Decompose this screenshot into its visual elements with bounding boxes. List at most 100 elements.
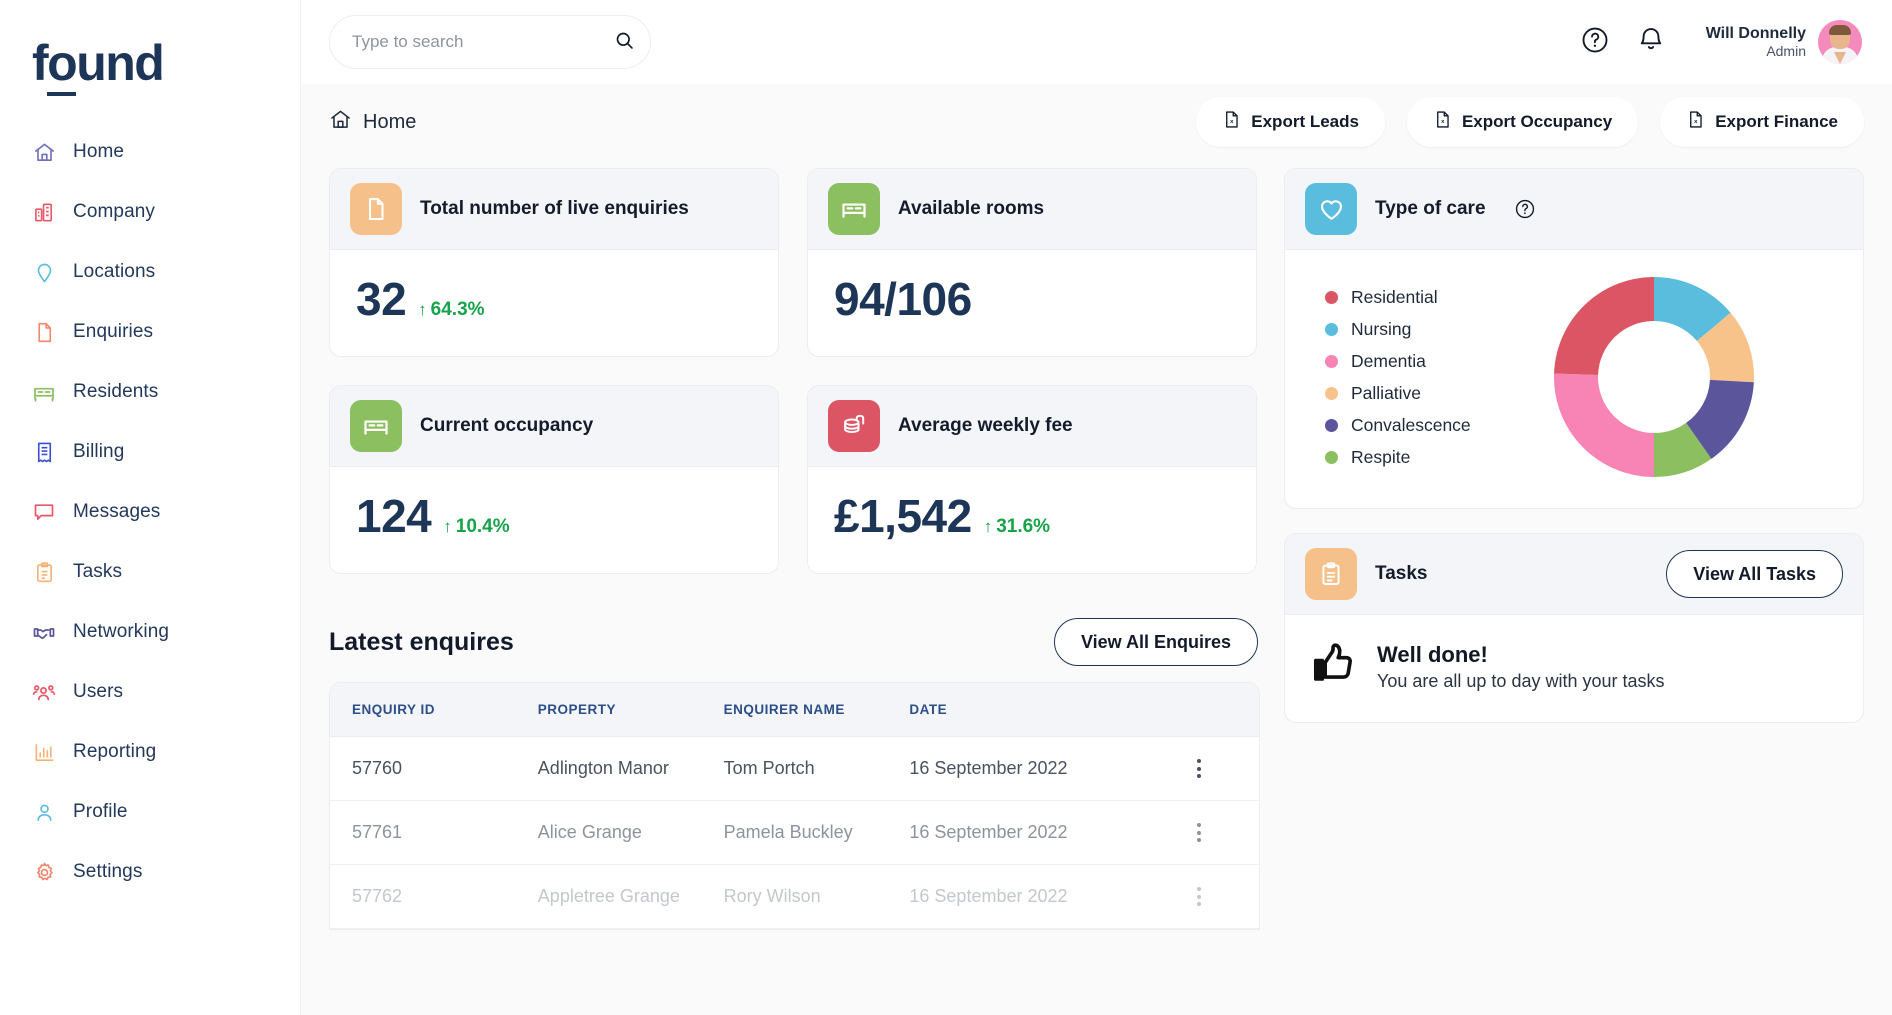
view-all-tasks-button[interactable]: View All Tasks	[1666, 550, 1843, 598]
home-icon	[329, 108, 352, 136]
card-body: Residential Nursing Dementia	[1285, 250, 1863, 508]
help-button[interactable]	[1580, 25, 1610, 60]
building-icon	[32, 200, 56, 224]
sidebar-item-networking[interactable]: Networking	[0, 602, 300, 662]
card-title: Available rooms	[898, 198, 1044, 220]
bell-icon	[1636, 25, 1666, 60]
table-header-row: ENQUIRY ID PROPERTY ENQUIRER NAME DATE	[330, 683, 1259, 737]
type-of-care-card: Type of care Residential	[1284, 168, 1864, 509]
card-header-left: Tasks	[1305, 548, 1427, 600]
sidebar-item-settings[interactable]: Settings	[0, 842, 300, 902]
user-menu[interactable]: Will Donnelly Admin	[1706, 20, 1862, 64]
coins-icon	[828, 400, 880, 452]
sidebar-item-profile[interactable]: Profile	[0, 782, 300, 842]
sidebar-item-residents[interactable]: Residents	[0, 362, 300, 422]
cell-date: 16 September 2022	[887, 801, 1138, 865]
legend-item[interactable]: Respite	[1325, 447, 1471, 468]
main-area: Will Donnelly Admin Home	[300, 0, 1892, 1015]
legend-label: Respite	[1351, 447, 1410, 468]
cell-actions	[1138, 737, 1259, 801]
legend-label: Palliative	[1351, 383, 1421, 404]
svg-text:x: x	[1441, 119, 1445, 125]
export-occupancy-button[interactable]: x Export Occupancy	[1407, 97, 1638, 147]
card-title: Current occupancy	[420, 415, 593, 437]
cell-property: Adlington Manor	[516, 737, 702, 801]
user-info: Will Donnelly Admin	[1706, 24, 1806, 61]
legend-swatch	[1325, 291, 1338, 304]
donut-segment-dementia[interactable]	[1554, 374, 1654, 477]
bar-chart-icon	[32, 740, 56, 764]
export-leads-button[interactable]: x Export Leads	[1196, 97, 1385, 147]
legend-label: Nursing	[1351, 319, 1411, 340]
card-title: Average weekly fee	[898, 415, 1073, 437]
question-circle-icon[interactable]	[1514, 198, 1536, 220]
legend-item[interactable]: Nursing	[1325, 319, 1471, 340]
column-header-date[interactable]: DATE	[887, 683, 1138, 737]
dashboard-content: Total number of live enquiries 32 ↑ 64.3…	[301, 160, 1892, 1015]
logo-text-und: und	[76, 35, 163, 91]
arrow-up-icon: ↑	[443, 517, 452, 537]
column-header-enquirer-name[interactable]: ENQUIRER NAME	[702, 683, 888, 737]
column-header-enquiry-id[interactable]: ENQUIRY ID	[330, 683, 516, 737]
table-row[interactable]: 57761 Alice Grange Pamela Buckley 16 Sep…	[330, 801, 1259, 865]
sidebar-item-home[interactable]: Home	[0, 122, 300, 182]
sidebar-item-enquiries[interactable]: Enquiries	[0, 302, 300, 362]
donut-segment-residential[interactable]	[1554, 277, 1654, 375]
document-icon	[32, 320, 56, 344]
sidebar-item-label: Users	[73, 681, 123, 703]
legend-item[interactable]: Residential	[1325, 287, 1471, 308]
sidebar-item-locations[interactable]: Locations	[0, 242, 300, 302]
type-of-care-donut-chart[interactable]	[1549, 272, 1759, 482]
top-bar: Will Donnelly Admin	[301, 0, 1892, 84]
breadcrumb[interactable]: Home	[329, 108, 416, 136]
export-buttons: x Export Leads x Export Occupancy x Expo…	[1196, 97, 1864, 147]
cell-enquirer-name: Pamela Buckley	[702, 801, 888, 865]
search-input[interactable]	[329, 15, 651, 69]
sidebar-item-billing[interactable]: Billing	[0, 422, 300, 482]
stat-cards: Total number of live enquiries 32 ↑ 64.3…	[329, 168, 1260, 574]
latest-enquiries-header: Latest enquires View All Enquires	[329, 618, 1260, 666]
sidebar-item-label: Residents	[73, 381, 158, 403]
legend-item[interactable]: Palliative	[1325, 383, 1471, 404]
users-icon	[32, 680, 56, 704]
stat-delta-value: 31.6%	[996, 516, 1050, 538]
table-row[interactable]: 57762 Appletree Grange Rory Wilson 16 Se…	[330, 865, 1259, 929]
card-header: Available rooms	[808, 169, 1256, 250]
kebab-menu-icon[interactable]	[1138, 887, 1259, 906]
kebab-menu-icon[interactable]	[1138, 759, 1259, 778]
sidebar-item-label: Messages	[73, 501, 160, 523]
tasks-message: Well done! You are all up to day with yo…	[1377, 642, 1665, 692]
excel-file-icon: x	[1222, 110, 1241, 134]
stat-row: 32 ↑ 64.3%	[356, 272, 752, 326]
kebab-menu-icon[interactable]	[1138, 823, 1259, 842]
cell-actions	[1138, 865, 1259, 929]
column-header-property[interactable]: PROPERTY	[516, 683, 702, 737]
tasks-card: Tasks View All Tasks Well done! You are …	[1284, 533, 1864, 723]
legend-swatch	[1325, 323, 1338, 336]
view-all-enquiries-button[interactable]: View All Enquires	[1054, 618, 1258, 666]
export-finance-button[interactable]: x Export Finance	[1660, 97, 1864, 147]
search-button[interactable]	[614, 30, 635, 54]
card-title: Total number of live enquiries	[420, 198, 689, 220]
stat-delta-value: 10.4%	[456, 516, 510, 538]
cell-property: Appletree Grange	[516, 865, 702, 929]
sidebar-item-messages[interactable]: Messages	[0, 482, 300, 542]
sidebar-item-label: Tasks	[73, 561, 122, 583]
stat-card-average-weekly-fee: Average weekly fee £1,542 ↑ 31.6%	[807, 385, 1257, 574]
legend-item[interactable]: Convalescence	[1325, 415, 1471, 436]
app-logo[interactable]: found	[32, 38, 300, 88]
sidebar-item-reporting[interactable]: Reporting	[0, 722, 300, 782]
stat-value: 32	[356, 272, 406, 326]
sidebar-item-tasks[interactable]: Tasks	[0, 542, 300, 602]
cell-enquiry-id: 57761	[330, 801, 516, 865]
table-row[interactable]: 57760 Adlington Manor Tom Portch 16 Sept…	[330, 737, 1259, 801]
sidebar-item-users[interactable]: Users	[0, 662, 300, 722]
sidebar-item-company[interactable]: Company	[0, 182, 300, 242]
stat-value: 124	[356, 489, 431, 543]
logo-text-f: f	[32, 35, 47, 91]
avatar[interactable]	[1818, 20, 1862, 64]
legend-item[interactable]: Dementia	[1325, 351, 1471, 372]
notifications-button[interactable]	[1636, 25, 1666, 60]
sidebar-item-label: Enquiries	[73, 321, 153, 343]
sidebar-item-label: Company	[73, 201, 155, 223]
